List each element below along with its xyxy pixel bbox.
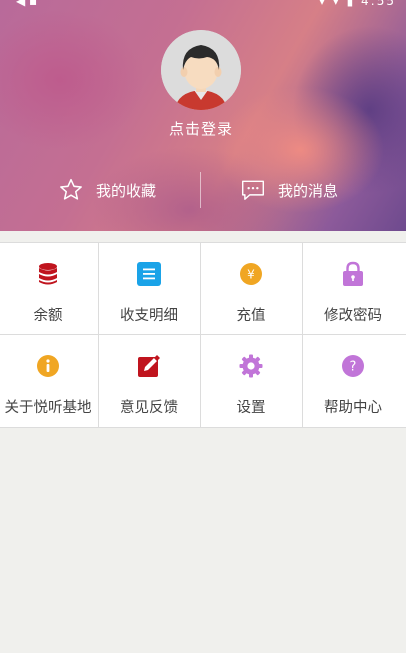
lock-icon [340, 261, 366, 287]
login-link[interactable]: 点击登录 [0, 118, 402, 139]
menu-item-settings[interactable]: 设置 [201, 335, 301, 426]
profile-header: ◀ ▪ ▾ ▾ ▮ 4:55 点击登录 我的收藏 我的消息 [0, 0, 406, 231]
gear-icon [238, 353, 264, 379]
status-notification-icons: ◀ ▪ [16, 0, 38, 8]
menu-item-balance[interactable]: 余额 [0, 243, 98, 334]
menu-item-label: 帮助中心 [324, 400, 382, 416]
edit-icon [136, 353, 162, 379]
status-right: ▾ ▾ ▮ 4:55 [319, 0, 396, 8]
signal-icon: ▾ ▾ ▮ [318, 0, 356, 8]
message-icon [240, 177, 266, 203]
menu-item-label: 收支明细 [120, 308, 178, 324]
help-icon: ? [340, 353, 366, 379]
quick-links-divider [200, 172, 201, 208]
info-icon [35, 353, 61, 379]
menu-item-label: 充值 [236, 308, 266, 324]
list-icon [136, 261, 162, 287]
menu-grid: 余额 收支明细 ¥ 充值 修改密码 关于悦听基地 意见反馈 设置 ? 帮助中心 [0, 242, 406, 428]
messages-label: 我的消息 [278, 181, 339, 200]
status-bar: ◀ ▪ ▾ ▾ ▮ 4:55 [0, 0, 406, 10]
database-icon [35, 261, 61, 287]
menu-item-feedback[interactable]: 意见反馈 [99, 335, 199, 426]
menu-item-about[interactable]: 关于悦听基地 [0, 335, 98, 426]
svg-text:?: ? [350, 360, 357, 375]
favorites-label: 我的收藏 [96, 181, 157, 200]
menu-item-transactions[interactable]: 收支明细 [99, 243, 199, 334]
star-icon [58, 177, 84, 203]
menu-item-label: 余额 [33, 308, 63, 324]
menu-item-label: 关于悦听基地 [4, 400, 92, 416]
svg-text:¥: ¥ [247, 268, 255, 282]
menu-item-change-password[interactable]: 修改密码 [303, 243, 403, 334]
menu-item-recharge[interactable]: ¥ 充值 [201, 243, 301, 334]
status-time: 4:55 [361, 0, 396, 8]
menu-item-help[interactable]: ? 帮助中心 [303, 335, 403, 426]
menu-item-label: 修改密码 [324, 308, 382, 324]
avatar[interactable] [161, 30, 241, 110]
yen-coin-icon: ¥ [238, 261, 264, 287]
avatar-boy-icon [161, 30, 241, 110]
menu-item-label: 设置 [236, 400, 266, 416]
messages-link[interactable]: 我的消息 [240, 172, 338, 208]
menu-item-label: 意见反馈 [120, 400, 178, 416]
favorites-link[interactable]: 我的收藏 [58, 172, 156, 208]
